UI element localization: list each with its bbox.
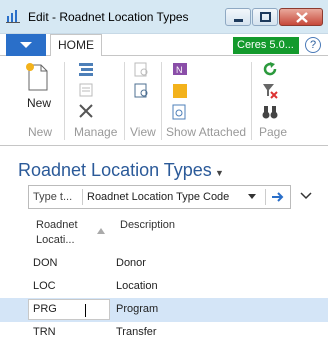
title-bar: Edit - Roadnet Location Types bbox=[0, 0, 328, 34]
maximize-button[interactable] bbox=[252, 8, 278, 26]
window-title: Edit - Roadnet Location Types bbox=[28, 10, 189, 24]
ribbon-tab-row: HOME Ceres 5.0... ? bbox=[0, 34, 328, 57]
group-separator bbox=[161, 62, 162, 140]
filter-field-select[interactable]: Roadnet Location Type Code bbox=[87, 191, 229, 203]
chevron-down-icon bbox=[20, 42, 32, 48]
cell-code[interactable]: PRG bbox=[33, 303, 57, 315]
new-button-label[interactable]: New bbox=[27, 96, 51, 110]
minimize-button[interactable] bbox=[225, 8, 251, 26]
group-label-view: View bbox=[130, 125, 156, 139]
ribbon: New New Manage View N Show Attached Page bbox=[0, 56, 328, 146]
application-menu-button[interactable] bbox=[6, 34, 46, 56]
table-row[interactable]: TRN Transfer bbox=[0, 321, 328, 345]
group-separator bbox=[124, 62, 125, 140]
filter-input[interactable]: Type t... bbox=[33, 191, 72, 203]
links-icon[interactable] bbox=[172, 104, 188, 120]
cell-description[interactable]: Location bbox=[116, 280, 158, 292]
close-icon bbox=[296, 12, 308, 23]
group-label-manage: Manage bbox=[74, 125, 118, 139]
close-button[interactable] bbox=[279, 8, 323, 26]
group-label-page: Page bbox=[259, 125, 288, 139]
cell-description[interactable]: Transfer bbox=[116, 326, 157, 338]
arrow-right-icon[interactable] bbox=[271, 191, 285, 203]
group-separator bbox=[251, 62, 252, 140]
text-caret bbox=[85, 304, 86, 317]
table-row[interactable]: DON Donor bbox=[0, 252, 328, 276]
cell-description[interactable]: Program bbox=[116, 303, 158, 315]
refresh-icon[interactable] bbox=[262, 61, 278, 77]
notes-icon[interactable] bbox=[172, 83, 188, 99]
cell-description[interactable]: Donor bbox=[116, 257, 146, 269]
edit-list-icon bbox=[79, 83, 93, 97]
sort-ascending-icon bbox=[97, 228, 105, 234]
help-icon[interactable]: ? bbox=[305, 37, 321, 53]
binoculars-icon[interactable] bbox=[262, 104, 278, 120]
find-icon[interactable] bbox=[134, 83, 150, 99]
app-icon bbox=[6, 10, 20, 23]
cell-code[interactable]: DON bbox=[33, 257, 57, 269]
filter-bar: Type t... Roadnet Location Type Code bbox=[28, 185, 291, 209]
group-label-new: New bbox=[28, 125, 53, 139]
view-icon bbox=[134, 62, 148, 77]
table-row[interactable]: LOC Location bbox=[0, 275, 328, 299]
dropdown-arrow-icon[interactable] bbox=[248, 194, 256, 200]
table-row-selected[interactable]: PRG Program bbox=[0, 298, 328, 322]
column-header-code-line2[interactable]: Locati... bbox=[36, 234, 75, 246]
chevron-down-icon[interactable] bbox=[300, 192, 312, 200]
onenote-icon[interactable]: N bbox=[172, 61, 188, 77]
group-label-show-attached: Show Attached bbox=[166, 125, 247, 139]
filter-divider bbox=[82, 189, 83, 205]
manage-list-icon[interactable] bbox=[78, 62, 94, 76]
maximize-icon bbox=[260, 12, 271, 22]
column-header-description[interactable]: Description bbox=[120, 219, 175, 231]
title-menu-caret[interactable]: ▼ bbox=[215, 168, 224, 178]
tab-home[interactable]: HOME bbox=[50, 34, 102, 57]
page-title: Roadnet Location Types bbox=[18, 160, 212, 180]
delete-icon[interactable] bbox=[79, 104, 93, 118]
svg-text:N: N bbox=[176, 65, 183, 75]
column-header-code[interactable]: Roadnet bbox=[36, 219, 78, 231]
cell-code[interactable]: TRN bbox=[33, 326, 56, 338]
group-separator bbox=[64, 62, 65, 140]
new-document-icon[interactable] bbox=[25, 62, 51, 92]
filter-divider bbox=[265, 189, 266, 205]
cell-code[interactable]: LOC bbox=[33, 280, 56, 292]
minimize-icon bbox=[234, 19, 243, 22]
company-badge[interactable]: Ceres 5.0... bbox=[233, 37, 299, 54]
clear-filter-icon[interactable] bbox=[262, 83, 278, 99]
